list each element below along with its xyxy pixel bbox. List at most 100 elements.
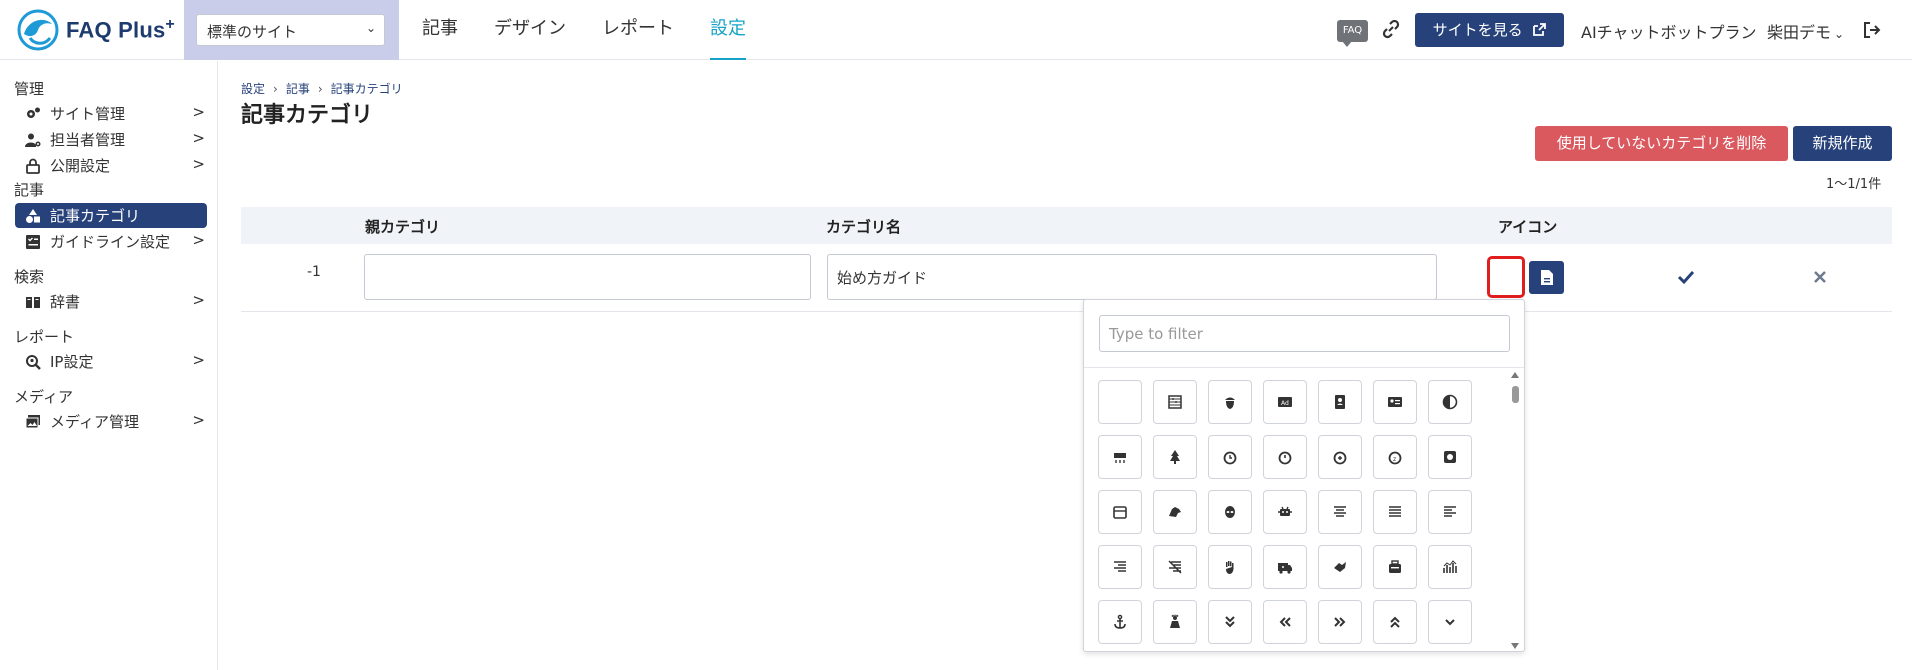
gears-icon [27, 107, 40, 118]
page-title: 記事カテゴリ [241, 103, 374, 128]
icon-option[interactable] [1098, 490, 1142, 534]
sidebar-item-article-category[interactable]: 記事カテゴリ [15, 203, 207, 228]
icon-option[interactable] [1318, 490, 1362, 534]
icon-option[interactable] [1428, 490, 1472, 534]
chevron-right-icon: > [192, 291, 205, 309]
svg-text:z: z [1393, 456, 1396, 463]
faqplus-logo[interactable]: FAQ Plus+ [16, 6, 175, 54]
icon-option[interactable] [1373, 490, 1417, 534]
icon-option[interactable] [1318, 435, 1362, 479]
icon-option[interactable] [1153, 435, 1197, 479]
new-category-button[interactable]: 新規作成 [1793, 126, 1892, 161]
faq-bubble-icon[interactable]: FAQ [1337, 20, 1368, 47]
user-menu[interactable]: 柴田デモ ⌄ [1767, 19, 1844, 43]
view-site-button[interactable]: サイトを見る [1415, 13, 1564, 47]
breadcrumb-settings[interactable]: 設定 [241, 82, 265, 96]
chevron-down-icon: ⌄ [365, 21, 376, 35]
address-book-icon [1335, 395, 1345, 409]
icon-option[interactable] [1098, 600, 1142, 644]
category-name-input[interactable]: 始め方ガイド [827, 254, 1437, 300]
angle-double-up-icon [1390, 616, 1400, 628]
icon-option[interactable] [1318, 600, 1362, 644]
table-row: -1 始め方ガイド [241, 244, 1892, 312]
link-icon[interactable] [1380, 18, 1402, 40]
check-icon[interactable] [1677, 268, 1695, 286]
icon-option[interactable] [1318, 380, 1362, 424]
icon-option[interactable]: Ad [1263, 380, 1307, 424]
alarm-snooze-icon: z [1388, 451, 1402, 465]
align-center-icon [1334, 506, 1346, 517]
sidebar-item-site-management[interactable]: サイト管理 > [15, 101, 207, 126]
icon-option[interactable] [1153, 545, 1197, 589]
icon-option[interactable] [1208, 545, 1252, 589]
air-conditioner-icon [1114, 453, 1126, 463]
icon-picker-field[interactable] [1487, 256, 1525, 298]
chevron-right-icon: > [192, 103, 205, 121]
logout-icon[interactable] [1862, 20, 1882, 40]
sidebar-item-dictionary[interactable]: 辞書 > [15, 289, 207, 314]
delete-unused-categories-button[interactable]: 使用していないカテゴリを削除 [1535, 126, 1788, 161]
sidebar-item-staff-management[interactable]: 担当者管理 > [15, 127, 207, 152]
align-justify-icon [1389, 506, 1401, 517]
icon-option[interactable] [1373, 380, 1417, 424]
icon-option[interactable] [1428, 545, 1472, 589]
angle-down-icon [1445, 619, 1455, 626]
icon-option[interactable] [1098, 435, 1142, 479]
sidebar-item-publish-settings[interactable]: 公開設定 > [15, 153, 207, 178]
alarm-plus-icon [1333, 451, 1347, 465]
scroll-down-arrow-icon[interactable] [1511, 643, 1519, 649]
amp-guitar-icon [1389, 560, 1401, 573]
icon-option[interactable] [1428, 380, 1472, 424]
nav-report[interactable]: レポート [602, 0, 674, 60]
column-header-parent: 親カテゴリ [365, 218, 441, 236]
icon-filter-input[interactable]: Type to filter [1099, 315, 1510, 352]
icon-option[interactable] [1263, 435, 1307, 479]
icon-option[interactable] [1208, 490, 1252, 534]
icon-option[interactable] [1263, 545, 1307, 589]
abacus-icon [1168, 395, 1182, 409]
american-sign-language-icon [1334, 562, 1346, 572]
site-select[interactable]: 標準のサイト ⌄ [196, 14, 385, 46]
icon-option[interactable] [1153, 490, 1197, 534]
lock-icon [26, 158, 40, 174]
sidebar-item-ip-settings[interactable]: IP設定 > [15, 349, 207, 374]
close-icon[interactable] [1812, 269, 1828, 285]
icon-picker-button[interactable] [1529, 261, 1564, 294]
icon-option[interactable] [1098, 545, 1142, 589]
icon-option[interactable] [1153, 380, 1197, 424]
nav-articles[interactable]: 記事 [422, 0, 458, 60]
sidebar: 管理 サイト管理 > 担当者管理 > 公開設定 > 記事 記事カテゴリ ガイドライン設… [0, 61, 218, 670]
icon-option[interactable]: z [1373, 435, 1417, 479]
scrollbar[interactable] [1506, 368, 1524, 651]
breadcrumb-articles[interactable]: 記事 [286, 82, 310, 96]
ambulance-icon [1278, 563, 1292, 574]
svg-text:Ad: Ad [1281, 400, 1289, 407]
icon-option[interactable] [1153, 600, 1197, 644]
icon-option[interactable] [1428, 435, 1472, 479]
user-gear-icon [25, 133, 41, 147]
album-icon [1444, 451, 1456, 463]
sidebar-item-media-management[interactable]: メディア管理 > [15, 409, 207, 434]
sidebar-section-admin: 管理 [14, 80, 45, 98]
scroll-thumb[interactable] [1512, 386, 1519, 403]
allergies-icon [1226, 561, 1234, 574]
icon-option[interactable] [1373, 545, 1417, 589]
align-left-icon [1444, 506, 1456, 517]
icon-option[interactable] [1263, 600, 1307, 644]
nav-design[interactable]: デザイン [494, 0, 566, 60]
nav-settings[interactable]: 設定 [710, 0, 746, 60]
icon-option[interactable] [1208, 435, 1252, 479]
icon-option[interactable] [1373, 600, 1417, 644]
scroll-up-arrow-icon[interactable] [1511, 372, 1519, 378]
icon-option[interactable] [1208, 380, 1252, 424]
icon-option[interactable] [1208, 600, 1252, 644]
icon-option[interactable] [1263, 490, 1307, 534]
sidebar-item-guideline-settings[interactable]: ガイドライン設定 > [15, 229, 207, 254]
plan-label[interactable]: AIチャットボットプラン [1581, 19, 1757, 43]
images-icon [25, 414, 40, 428]
icon-option[interactable] [1428, 600, 1472, 644]
parent-category-input[interactable] [364, 254, 811, 300]
sidebar-section-search: 検索 [14, 268, 45, 286]
icon-option[interactable] [1098, 380, 1142, 424]
icon-option[interactable] [1318, 545, 1362, 589]
